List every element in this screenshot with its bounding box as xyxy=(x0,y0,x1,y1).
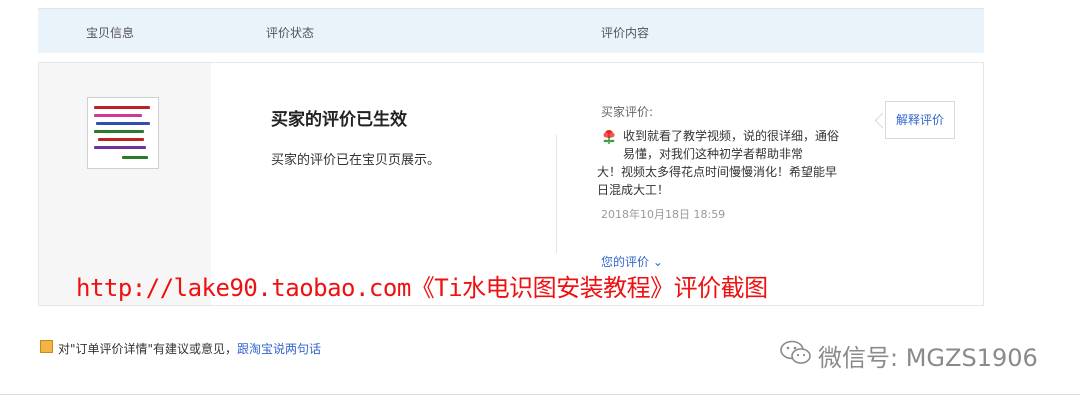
wechat-watermark: 微信号: MGZS1906 xyxy=(818,344,1038,372)
buyer-review-text: 收到就看了教学视频，说的很详细，通俗易懂，对我们这种初学者帮助非常 大！视频太多… xyxy=(597,127,847,199)
review-status-description: 买家的评价已在宝贝页展示。 xyxy=(271,153,441,168)
header-review-status: 评价状态 xyxy=(266,26,315,40)
wechat-icon xyxy=(780,340,811,364)
feedback-icon xyxy=(40,340,53,353)
product-thumbnail[interactable] xyxy=(87,97,159,169)
product-image xyxy=(92,102,154,164)
review-timestamp: 2018年10月18日 18:59 xyxy=(601,208,726,221)
header-review-content: 评价内容 xyxy=(601,26,650,40)
footer-feedback-text: 对"订单评价详情"有建议或意见， xyxy=(58,342,238,356)
header-item-info: 宝贝信息 xyxy=(86,26,135,40)
review-text-line-2: 大！视频太多得花点时间慢慢消化！希望能早日混成大工！ xyxy=(597,165,838,197)
buyer-review-label: 买家评价: xyxy=(601,105,654,119)
feedback-link[interactable]: 跟淘宝说两句话 xyxy=(237,342,321,356)
overlay-caption: http://lake90.taobao.com《Ti水电识图安装教程》评价截图 xyxy=(76,274,768,302)
table-header: 宝贝信息 评价状态 评价内容 xyxy=(38,8,984,53)
review-text-line-1: 收到就看了教学视频，说的很详细，通俗易懂，对我们这种初学者帮助非常 xyxy=(623,129,840,161)
footer-feedback: 对"订单评价详情"有建议或意见，跟淘宝说两句话 xyxy=(58,340,321,357)
bottom-divider xyxy=(0,394,1080,395)
explain-review-button[interactable]: 解释评价 xyxy=(885,101,955,139)
review-status-title: 买家的评价已生效 xyxy=(271,110,407,130)
column-divider xyxy=(556,135,557,253)
